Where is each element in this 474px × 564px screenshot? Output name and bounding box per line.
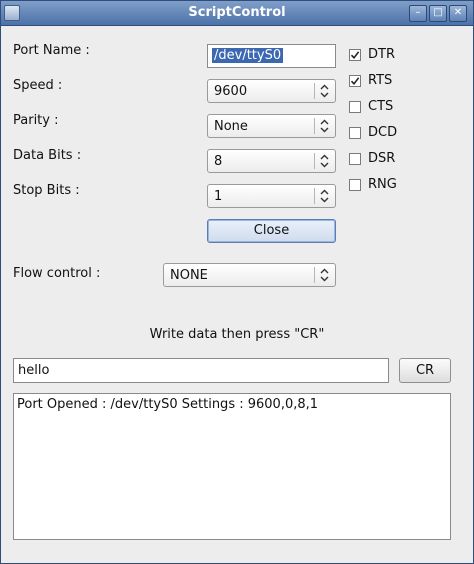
checkbox-label-dtr: DTR [368,47,395,62]
checkbox-label-dsr: DSR [368,151,396,166]
script-control-window: ScriptControl – □ ✕ Port Name : /dev/tty… [0,0,474,564]
instruction-text: Write data then press "CR" [149,327,325,342]
updown-arrow-icon [320,189,329,203]
updown-arrow-icon [320,268,329,282]
title-bar[interactable]: ScriptControl – □ ✕ [1,1,473,26]
data-bits-select[interactable]: 8 [207,149,336,173]
data-bits-label: Data Bits : [13,148,82,163]
parity-label: Parity : [13,113,59,128]
data-input-value: hello [18,363,50,378]
maximize-icon[interactable]: □ [429,5,447,22]
checkbox-rts[interactable] [349,75,361,87]
checkmark-icon [350,77,360,86]
speed-value: 9600 [214,84,248,99]
checkbox-label-cts: CTS [368,99,394,114]
parity-select[interactable]: None [207,114,336,138]
checkbox-dsr[interactable] [349,153,361,165]
port-name-value: /dev/ttyS0 [212,48,284,63]
checkbox-label-rts: RTS [368,73,393,88]
output-log-text: Port Opened : /dev/ttyS0 Settings : 9600… [17,397,319,412]
port-name-label: Port Name : [13,43,90,58]
stop-bits-value: 1 [214,189,223,204]
close-window-icon[interactable]: ✕ [449,5,467,22]
data-bits-value: 8 [214,154,223,169]
checkbox-label-rng: RNG [368,177,397,192]
output-log[interactable]: Port Opened : /dev/ttyS0 Settings : 9600… [13,393,451,540]
flow-control-value: NONE [170,268,208,283]
speed-select[interactable]: 9600 [207,79,336,103]
flow-control-label: Flow control : [13,266,101,281]
port-name-input[interactable]: /dev/ttyS0 [207,44,336,68]
cr-button[interactable]: CR [399,358,451,383]
parity-value: None [214,119,248,134]
stop-bits-select[interactable]: 1 [207,184,336,208]
updown-arrow-icon [320,154,329,168]
minimize-icon[interactable]: – [409,5,427,22]
updown-arrow-icon [320,84,329,98]
flow-control-select[interactable]: NONE [163,263,336,287]
window-title: ScriptControl [188,5,286,20]
updown-arrow-icon [320,119,329,133]
checkbox-label-dcd: DCD [368,125,398,140]
checkbox-dtr[interactable] [349,49,361,61]
stop-bits-label: Stop Bits : [13,183,80,198]
checkmark-icon [350,51,360,60]
checkbox-rng[interactable] [349,179,361,191]
checkbox-dcd[interactable] [349,127,361,139]
data-input[interactable]: hello [13,358,389,383]
speed-label: Speed : [13,78,63,93]
checkbox-cts[interactable] [349,101,361,113]
close-button[interactable]: Close [207,219,336,243]
